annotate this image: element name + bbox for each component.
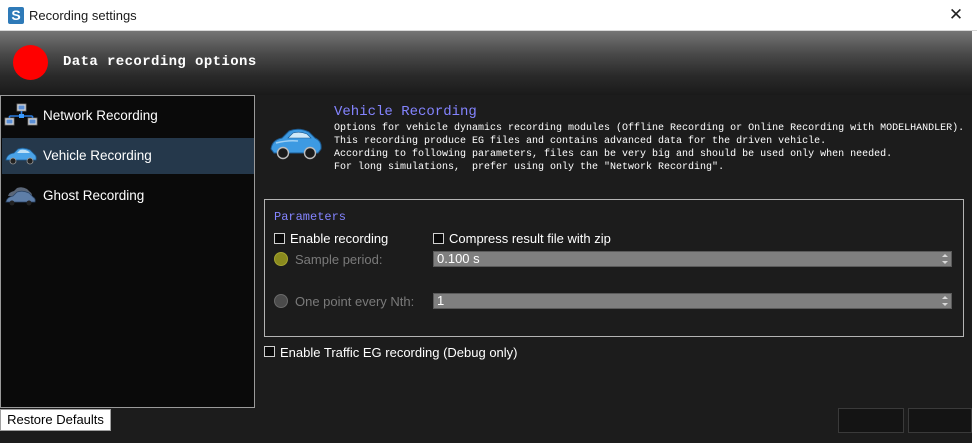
description-line: This recording produce EG files and cont… bbox=[334, 136, 827, 147]
traffic-eg-checkbox[interactable] bbox=[264, 346, 275, 357]
dialog-button-2[interactable] bbox=[908, 408, 972, 433]
nav-item-label: Vehicle Recording bbox=[43, 148, 152, 163]
sample-period-label: Sample period: bbox=[295, 252, 383, 267]
compress-zip-label: Compress result file with zip bbox=[449, 231, 611, 246]
spin-up-icon[interactable] bbox=[942, 296, 948, 299]
ghost-car-icon bbox=[5, 187, 36, 206]
spin-down-icon[interactable] bbox=[942, 303, 948, 306]
header-title: Data recording options bbox=[63, 54, 257, 70]
sample-period-radio[interactable] bbox=[274, 252, 288, 266]
spin-arrows bbox=[937, 252, 951, 266]
dialog-button-1[interactable] bbox=[838, 408, 904, 433]
one-point-every-value: 1 bbox=[437, 293, 445, 308]
description-line: Options for vehicle dynamics recording m… bbox=[334, 123, 965, 134]
spin-down-icon[interactable] bbox=[942, 261, 948, 264]
parameters-group: Parameters Enable recording Compress res… bbox=[264, 199, 964, 337]
spin-arrows bbox=[937, 294, 951, 308]
enable-recording-checkbox[interactable] bbox=[274, 233, 285, 244]
parameters-legend: Parameters bbox=[274, 210, 347, 224]
sample-period-spinbox[interactable]: 0.100 s bbox=[433, 251, 952, 267]
title-bar: S Recording settings ✕ bbox=[0, 0, 977, 31]
car-icon bbox=[5, 147, 37, 165]
enable-recording-label: Enable recording bbox=[290, 231, 389, 246]
recording-indicator-icon bbox=[13, 45, 48, 80]
section-title: Vehicle Recording bbox=[334, 104, 477, 120]
spin-up-icon[interactable] bbox=[942, 254, 948, 257]
main-panel: Network Recording Vehicle Recording Ghos… bbox=[0, 95, 977, 443]
network-icon bbox=[4, 103, 38, 126]
nav-item-ghost-recording[interactable]: Ghost Recording bbox=[2, 178, 254, 214]
window-title: Recording settings bbox=[29, 8, 137, 23]
one-point-every-radio[interactable] bbox=[274, 294, 288, 308]
header-banner: Data recording options bbox=[0, 31, 977, 95]
description-line: According to following parameters, files… bbox=[334, 149, 893, 160]
nav-item-label: Ghost Recording bbox=[43, 188, 145, 203]
traffic-eg-label: Enable Traffic EG recording (Debug only) bbox=[280, 345, 518, 360]
one-point-every-spinbox[interactable]: 1 bbox=[433, 293, 952, 309]
compress-zip-checkbox[interactable] bbox=[433, 233, 444, 244]
background-window-edge bbox=[972, 31, 977, 443]
vehicle-image-icon bbox=[270, 128, 322, 160]
close-button[interactable]: ✕ bbox=[941, 3, 971, 27]
nav-item-network-recording[interactable]: Network Recording bbox=[2, 98, 254, 134]
restore-defaults-button[interactable]: Restore Defaults bbox=[0, 409, 111, 431]
category-list: Network Recording Vehicle Recording Ghos… bbox=[0, 95, 255, 408]
nav-item-vehicle-recording[interactable]: Vehicle Recording bbox=[2, 138, 254, 174]
nav-item-label: Network Recording bbox=[43, 108, 158, 123]
app-logo-icon: S bbox=[8, 7, 24, 24]
description-line: For long simulations, prefer using only … bbox=[334, 162, 725, 173]
one-point-every-label: One point every Nth: bbox=[295, 294, 415, 309]
sample-period-value: 0.100 s bbox=[437, 251, 480, 266]
